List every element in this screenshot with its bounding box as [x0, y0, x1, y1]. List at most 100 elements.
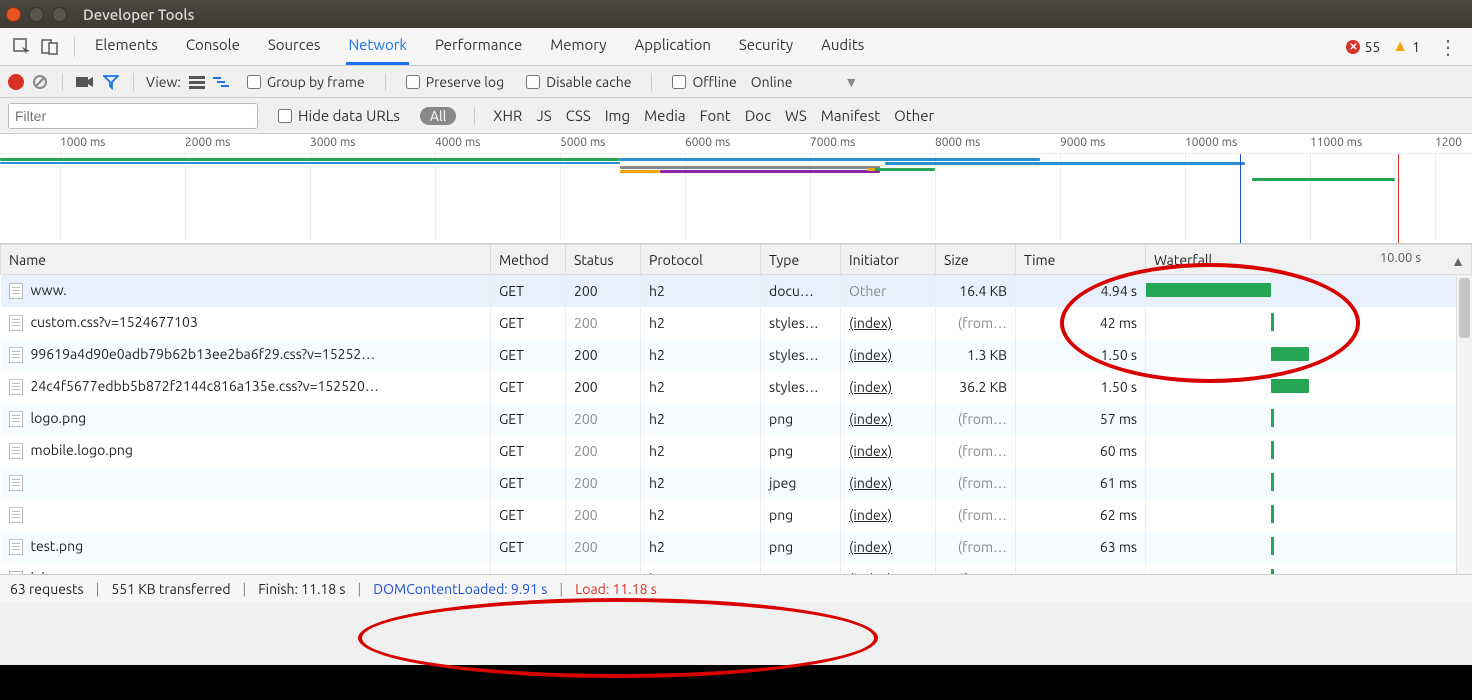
window-close-button[interactable] [6, 7, 21, 22]
tab-audits[interactable]: Audits [819, 28, 866, 65]
timeline-tick: 8000 ms [935, 136, 980, 149]
filter-icon[interactable] [101, 72, 121, 92]
table-row[interactable]: mobile.logo.pngGET200h2png(index)(from…6… [1, 435, 1472, 467]
offline-checkbox[interactable]: Offline [672, 74, 736, 90]
filter-type-xhr[interactable]: XHR [493, 107, 522, 124]
table-row[interactable]: GET200h2png(index)(from…62 ms [1, 499, 1472, 531]
camera-icon[interactable] [75, 72, 95, 92]
filter-type-js[interactable]: JS [536, 107, 551, 124]
filter-input[interactable] [8, 103, 258, 129]
vertical-scrollbar[interactable] [1456, 276, 1472, 574]
filter-type-media[interactable]: Media [644, 107, 685, 124]
request-time: 42 ms [1016, 307, 1146, 339]
disable-cache-checkbox[interactable]: Disable cache [526, 74, 631, 90]
request-name: logo.png [31, 410, 87, 426]
window-maximize-button[interactable] [52, 7, 67, 22]
request-initiator: (index) [841, 563, 936, 575]
network-table: NameMethodStatusProtocolTypeInitiatorSiz… [0, 244, 1472, 574]
filter-type-css[interactable]: CSS [566, 107, 591, 124]
preserve-log-checkbox[interactable]: Preserve log [406, 74, 504, 90]
timeline-tick: 11000 ms [1310, 136, 1362, 149]
table-row[interactable]: GET200h2jpeg(index)(from…61 ms [1, 467, 1472, 499]
tab-application[interactable]: Application [633, 28, 713, 65]
column-header-protocol[interactable]: Protocol [641, 245, 761, 275]
request-status: 200 [566, 435, 641, 467]
request-waterfall [1146, 371, 1472, 403]
request-name: www. [31, 282, 67, 298]
table-row[interactable]: www.GET200h2docu…Other16.4 KB4.94 s [1, 275, 1472, 307]
timeline-bar [1252, 178, 1395, 181]
table-row[interactable]: 99619a4d90e0adb79b62b13ee2ba6f29.css?v=1… [1, 339, 1472, 371]
throttling-dropdown[interactable]: Online▼ [751, 74, 859, 90]
request-status: 200 [566, 499, 641, 531]
filter-type-other[interactable]: Other [894, 107, 934, 124]
window-minimize-button[interactable] [29, 7, 44, 22]
file-icon [9, 507, 23, 523]
request-initiator: (index) [841, 435, 936, 467]
file-icon [9, 411, 23, 427]
request-initiator: (index) [841, 531, 936, 563]
large-rows-icon[interactable] [187, 72, 207, 92]
column-header-waterfall[interactable]: Waterfall10.00 s▲ [1146, 245, 1472, 275]
file-icon [9, 347, 23, 363]
request-method: GET [491, 275, 566, 307]
filter-type-doc[interactable]: Doc [745, 107, 771, 124]
table-row[interactable]: test.pngGET200h2png(index)(from…63 ms [1, 531, 1472, 563]
tab-security[interactable]: Security [737, 28, 795, 65]
filter-type-all[interactable]: All [420, 107, 456, 125]
warning-count-badge[interactable]: ▲ 1 [1392, 37, 1420, 56]
filter-type-ws[interactable]: WS [785, 107, 807, 124]
column-header-status[interactable]: Status [566, 245, 641, 275]
tab-sources[interactable]: Sources [266, 28, 323, 65]
request-status: 200 [566, 403, 641, 435]
filter-type-font[interactable]: Font [700, 107, 731, 124]
annotation-ellipse [358, 598, 878, 678]
request-size: (from… [936, 307, 1016, 339]
table-row[interactable]: lab.pngGET200h2png(index)(from…63 ms [1, 563, 1472, 575]
filter-type-manifest[interactable]: Manifest [821, 107, 880, 124]
tab-network[interactable]: Network [346, 28, 409, 65]
inspect-element-icon[interactable] [8, 33, 36, 61]
overview-icon[interactable] [213, 72, 233, 92]
column-header-type[interactable]: Type [761, 245, 841, 275]
request-waterfall [1146, 307, 1472, 339]
tab-memory[interactable]: Memory [548, 28, 608, 65]
request-initiator: (index) [841, 339, 936, 371]
request-status: 200 [566, 339, 641, 371]
request-method: GET [491, 307, 566, 339]
hide-data-urls-checkbox[interactable]: Hide data URLs [278, 107, 400, 124]
request-size: (from… [936, 563, 1016, 575]
filter-type-img[interactable]: Img [605, 107, 630, 124]
more-menu-icon[interactable]: ⋮ [1432, 35, 1464, 59]
separator [133, 73, 134, 91]
request-initiator: (index) [841, 307, 936, 339]
scrollbar-thumb[interactable] [1459, 278, 1470, 338]
request-type: png [761, 499, 841, 531]
group-by-frame-checkbox[interactable]: Group by frame [247, 74, 365, 90]
device-toolbar-icon[interactable] [36, 33, 64, 61]
table-row[interactable]: logo.pngGET200h2png(index)(from…57 ms [1, 403, 1472, 435]
column-header-size[interactable]: Size [936, 245, 1016, 275]
tab-performance[interactable]: Performance [433, 28, 524, 65]
timeline-overview[interactable]: 1000 ms2000 ms3000 ms4000 ms5000 ms6000 … [0, 134, 1472, 244]
table-row[interactable]: custom.css?v=1524677103GET200h2styles…(i… [1, 307, 1472, 339]
timeline-bar [620, 170, 660, 173]
column-header-initiator[interactable]: Initiator [841, 245, 936, 275]
timeline-bar [0, 162, 620, 164]
warning-icon: ▲ [1392, 37, 1408, 56]
column-header-method[interactable]: Method [491, 245, 566, 275]
request-protocol: h2 [641, 499, 761, 531]
request-type: png [761, 531, 841, 563]
table-row[interactable]: 24c4f5677edbb5b872f2144c816a135e.css?v=1… [1, 371, 1472, 403]
request-name: custom.css?v=1524677103 [31, 314, 198, 330]
column-header-time[interactable]: Time [1016, 245, 1146, 275]
clear-icon[interactable] [30, 72, 50, 92]
request-protocol: h2 [641, 467, 761, 499]
column-header-name[interactable]: Name [1, 245, 491, 275]
request-status: 200 [566, 371, 641, 403]
tab-elements[interactable]: Elements [93, 28, 160, 65]
tab-console[interactable]: Console [184, 28, 242, 65]
request-size: (from… [936, 403, 1016, 435]
error-count-badge[interactable]: ✕ 55 [1346, 39, 1380, 55]
record-button[interactable] [8, 74, 24, 90]
